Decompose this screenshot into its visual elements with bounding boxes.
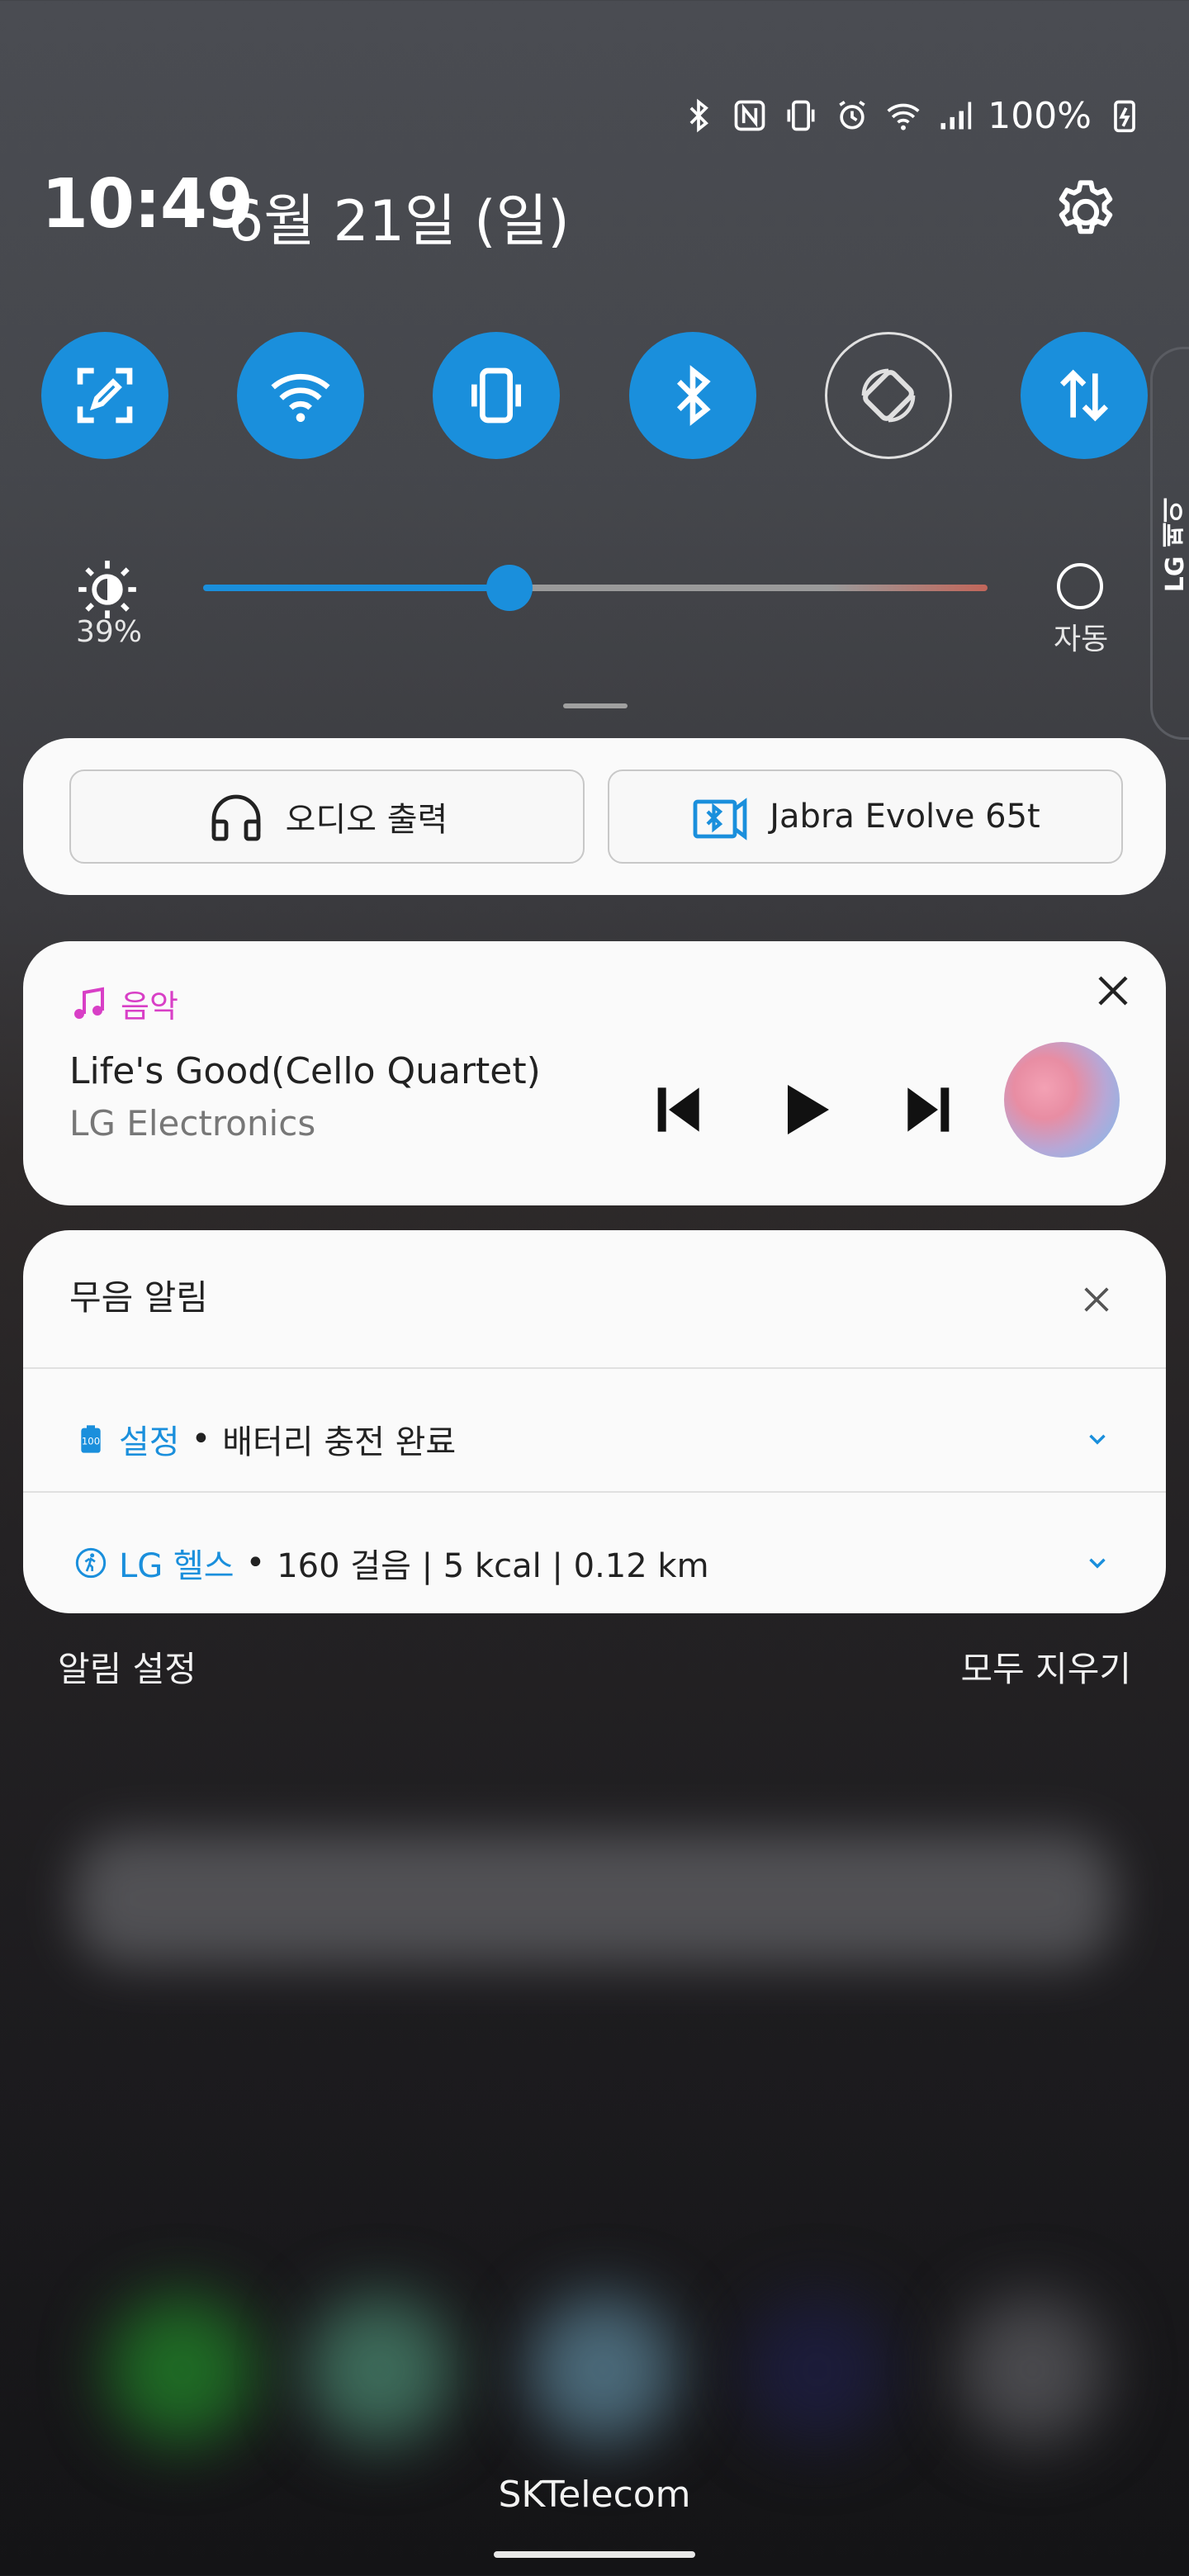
- mobile-data-toggle[interactable]: [1020, 332, 1148, 459]
- notification-text: 배터리 충전 완료: [222, 1423, 457, 1461]
- auto-rotate-toggle[interactable]: [824, 332, 952, 459]
- divider: [23, 1491, 1166, 1493]
- gear-icon[interactable]: [1049, 175, 1123, 249]
- audio-output-label: 오디오 출력: [285, 801, 448, 839]
- music-notification-card[interactable]: 음악 Life's Good(Cello Quartet) LG Electro…: [23, 941, 1166, 1205]
- wifi-toggle[interactable]: [237, 332, 365, 459]
- music-app-header: 음악: [69, 981, 178, 1026]
- lg-pay-label: LG 페이: [1161, 498, 1189, 593]
- auto-brightness-toggle[interactable]: [1057, 563, 1103, 609]
- bluetooth-icon: [676, 365, 711, 426]
- track-title: Life's Good(Cello Quartet): [69, 1050, 541, 1092]
- music-app-name: 음악: [121, 988, 178, 1025]
- divider: [23, 1367, 1166, 1369]
- notification-app-name: LG 헬스: [119, 1547, 234, 1585]
- silent-notifications-header: 무음 알림: [69, 1277, 208, 1318]
- screen-capture-toggle[interactable]: [41, 332, 168, 459]
- silent-notifications-card: 무음 알림 100 설정 • 배터리 충전 완료 LG 헬스 • 160 걸음 …: [23, 1230, 1166, 1613]
- notification-text: 160 걸음 | 5 kcal | 0.12 km: [277, 1547, 709, 1585]
- previous-track-icon[interactable]: [644, 1077, 710, 1143]
- bluetooth-device-button[interactable]: Jabra Evolve 65t: [608, 769, 1123, 864]
- album-art: [1004, 1042, 1120, 1158]
- battery-icon: 100: [81, 1425, 101, 1453]
- vibrate-toggle[interactable]: [433, 332, 561, 459]
- notification-row-battery[interactable]: 100 설정 • 배터리 충전 완료: [74, 1415, 456, 1463]
- quick-settings-toggles: [41, 332, 1148, 459]
- battery-percent: 100%: [988, 94, 1092, 137]
- blurred-app-icon: [743, 2295, 892, 2444]
- vibrate-icon: [471, 367, 522, 424]
- chevron-down-icon[interactable]: [1083, 1425, 1111, 1453]
- blurred-app-icon: [528, 2295, 677, 2444]
- carrier-label: SKTelecom: [498, 2474, 691, 2516]
- blurred-app-icon: [958, 2295, 1106, 2444]
- chevron-down-icon[interactable]: [1083, 1549, 1111, 1577]
- headphones-icon: [211, 794, 261, 841]
- brightness-percent: 39%: [76, 615, 143, 649]
- signal-icon: [940, 102, 972, 130]
- walking-icon: [75, 1547, 107, 1579]
- audio-output-button[interactable]: 오디오 출력: [69, 769, 585, 864]
- blurred-search-bar: [74, 1833, 1115, 1965]
- play-icon[interactable]: [771, 1077, 837, 1143]
- panel-drag-handle[interactable]: [563, 703, 628, 708]
- rotate-icon: [861, 368, 916, 423]
- capture-icon: [77, 367, 133, 424]
- lg-pay-side-tab[interactable]: LG 페이: [1150, 347, 1189, 740]
- vibrate-icon: [787, 100, 815, 131]
- notification-row-lg-health[interactable]: LG 헬스 • 160 걸음 | 5 kcal | 0.12 km: [74, 1539, 709, 1587]
- music-note-icon: [74, 987, 104, 1019]
- blurred-app-icon: [107, 2295, 256, 2444]
- blurred-app-icon: [306, 2295, 454, 2444]
- close-icon[interactable]: [1080, 1283, 1113, 1316]
- notification-app-name: 설정: [119, 1423, 180, 1461]
- clear-all-button[interactable]: 모두 지우기: [960, 1641, 1131, 1692]
- brightness-slider-thumb[interactable]: [486, 565, 533, 611]
- brightness-slider-track[interactable]: [203, 585, 988, 591]
- status-bar: 100%: [680, 91, 1143, 140]
- close-icon[interactable]: [1093, 971, 1133, 1011]
- next-track-icon[interactable]: [897, 1077, 963, 1143]
- svg-text:100: 100: [82, 1436, 100, 1447]
- notification-settings-button[interactable]: 알림 설정: [58, 1641, 197, 1692]
- bluetooth-icon: [689, 98, 709, 133]
- alarm-icon: [839, 100, 865, 130]
- wifi-icon: [271, 374, 330, 422]
- wifi-icon: [887, 103, 920, 130]
- bluetooth-toggle[interactable]: [628, 332, 756, 459]
- data-arrows-icon: [1059, 369, 1108, 422]
- home-gesture-bar[interactable]: [494, 2551, 695, 2558]
- bluetooth-speaker-icon: [693, 798, 747, 841]
- battery-charging-icon: [1114, 100, 1135, 133]
- bluetooth-device-label: Jabra Evolve 65t: [770, 798, 1040, 836]
- clock-date: 6월 21일 (일): [228, 189, 570, 254]
- nfc-icon: [734, 100, 765, 131]
- auto-brightness-label: 자동: [1054, 623, 1109, 656]
- track-artist: LG Electronics: [69, 1103, 316, 1144]
- bullet-separator: •: [191, 1420, 211, 1458]
- brightness-icon: [78, 561, 136, 618]
- bullet-separator: •: [245, 1544, 266, 1582]
- audio-output-card: 오디오 출력 Jabra Evolve 65t: [23, 738, 1166, 895]
- clock-time: 10:49: [41, 165, 253, 244]
